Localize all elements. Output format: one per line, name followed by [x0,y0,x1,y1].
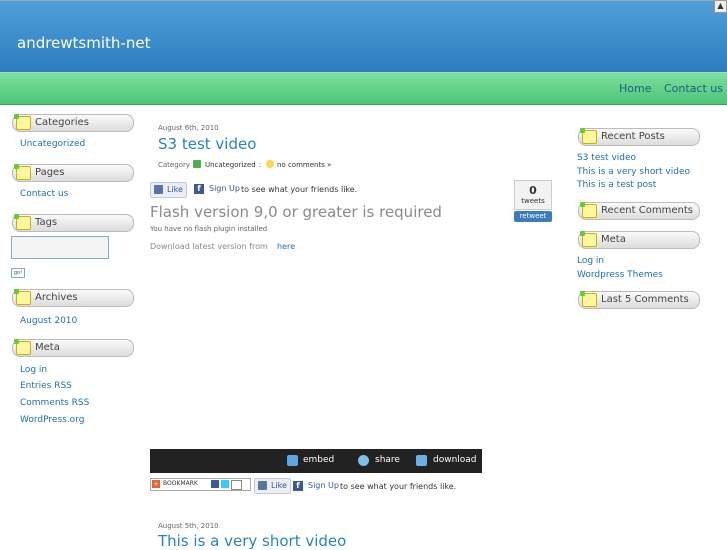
meta-link-login[interactable]: Log in [20,365,47,375]
tags-widget-header: Tags [12,214,134,232]
video-toolbar: embed share download [150,449,482,473]
meta-widget-header-right: Meta [578,231,700,249]
archives-widget-header: Archives [12,289,134,307]
recent-posts-widget-header: Recent Posts [578,128,700,146]
post-title[interactable]: S3 test video [158,135,256,153]
like-button-bottom[interactable]: Like [254,478,291,494]
like-button[interactable]: Like [150,182,187,198]
facebook-share-icon [211,480,219,488]
right-meta-link-login[interactable]: Log in [577,256,604,266]
category-icon [193,160,201,168]
meta-title-right: Meta [601,234,626,245]
download-icon [416,455,427,466]
download-button[interactable]: download [433,455,477,465]
page-link-contact[interactable]: Contact us [20,189,68,199]
folder-icon [580,128,597,144]
archives-title: Archives [35,292,78,303]
pages-title: Pages [35,167,65,178]
recent-comments-widget-header: Recent Comments [578,202,700,220]
signup-link[interactable]: Sign Up [209,184,240,193]
meta-link-comments-rss[interactable]: Comments RSS [20,398,89,408]
like-label: Like [167,185,183,194]
signup-text: to see what your friends like. [241,185,358,194]
meta-link-entries-rss[interactable]: Entries RSS [20,381,72,391]
download-text: Download latest version from [150,242,268,251]
recent-comments-title: Recent Comments [601,205,693,216]
thumbs-up-icon [258,481,267,490]
site-title[interactable]: andrewtsmith-net [17,34,150,52]
share-button[interactable]: share [375,455,400,465]
embed-button[interactable]: embed [303,455,334,465]
folder-icon [580,202,597,218]
post-title-2[interactable]: This is a very short video [158,532,346,550]
comments-icon [266,160,274,168]
retweet-button[interactable]: retweet [514,211,552,222]
recent-post-link[interactable]: S3 test video [577,153,636,163]
download-here-link[interactable]: here [277,242,295,251]
site-header: andrewtsmith-net [0,0,727,73]
main-nav: Home Contact us [0,72,727,105]
nav-home[interactable]: Home [619,82,651,95]
folder-icon [14,114,31,130]
pages-widget-header: Pages [12,164,134,182]
go-button[interactable]: go! [11,268,25,278]
folder-icon [580,231,597,247]
email-share-icon [231,480,242,490]
folder-icon [14,164,31,180]
categories-widget-header: Categories [12,114,134,132]
like-label-bottom: Like [271,481,287,490]
twitter-share-icon [221,480,229,488]
nav-contact-us[interactable]: Contact us [664,82,723,95]
folder-icon [14,339,31,355]
recent-posts-title: Recent Posts [601,131,665,142]
folder-icon [14,214,31,230]
folder-icon [580,291,597,307]
facebook-icon: f [293,481,303,491]
tweet-counter: 0 tweets [514,180,552,210]
tags-title: Tags [35,217,58,228]
bookmark-label: BOOKMARK [163,480,198,487]
bookmark-button[interactable]: + BOOKMARK [150,478,251,491]
categories-title: Categories [35,117,89,128]
folder-icon [14,289,31,305]
signup-text-bottom: to see what your friends like. [340,482,457,491]
no-plugin-text: You have no flash plugin installed [150,225,268,233]
last-comments-title: Last 5 Comments [601,294,689,305]
category-link[interactable]: Uncategorized [20,139,85,149]
meta-separator: : [259,161,262,169]
post-date: August 6th, 2010 [158,124,219,132]
tweet-count: 0 [529,184,537,197]
facebook-icon: f [194,184,204,194]
plus-icon: + [152,480,160,488]
post-comments-link[interactable]: no comments » [277,161,331,169]
share-icon [358,455,369,466]
scrollbar-up-arrow[interactable]: ▲ [714,0,727,13]
flash-required-heading: Flash version 9,0 or greater is required [150,203,442,221]
tags-search-input[interactable] [11,236,109,259]
meta-title-left: Meta [35,342,60,353]
post-category-label: Category [158,161,190,169]
meta-link-wordpress[interactable]: WordPress.org [20,415,84,425]
right-meta-link-themes[interactable]: Wordpress Themes [577,270,663,280]
post-date-2: August 5th, 2010 [158,522,219,530]
archive-link[interactable]: August 2010 [20,316,77,326]
recent-post-link[interactable]: This is a test post [577,180,656,190]
signup-link-bottom[interactable]: Sign Up [308,481,339,490]
last-comments-widget-header: Last 5 Comments [578,291,700,309]
tweets-label: tweets [521,197,545,205]
recent-post-link[interactable]: This is a very short video [577,167,690,177]
thumbs-up-icon [154,185,163,194]
meta-widget-header-left: Meta [12,339,134,357]
post-category-link[interactable]: Uncategorized [205,161,256,169]
embed-icon [287,455,298,466]
